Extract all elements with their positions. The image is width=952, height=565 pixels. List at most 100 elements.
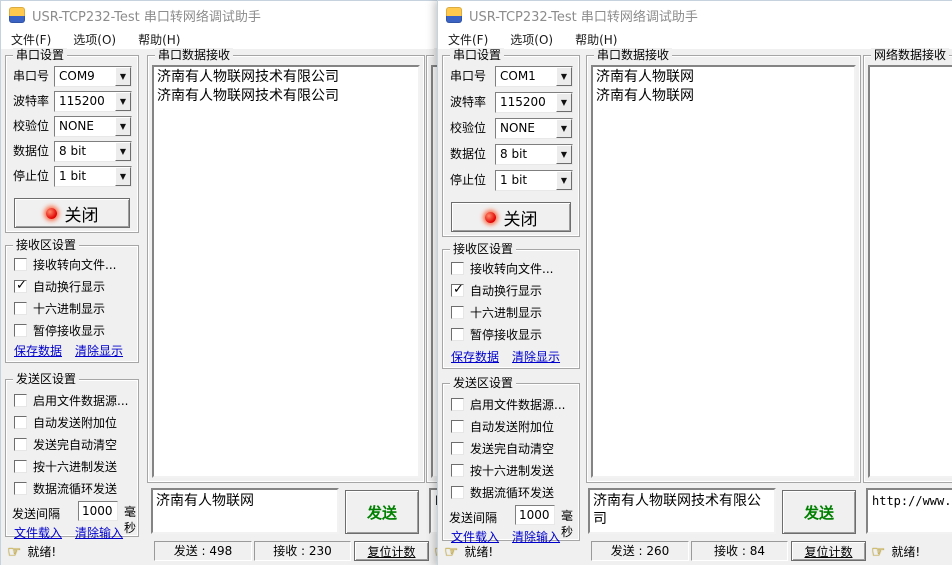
databits-row: 数据位 8 bit ▼ — [13, 141, 132, 162]
save-data-link[interactable]: 保存数据 — [14, 342, 62, 359]
app-icon — [9, 7, 25, 23]
send-input[interactable]: 济南有人物联网 — [151, 488, 339, 534]
checkbox[interactable] — [14, 280, 27, 293]
chevron-down-icon[interactable]: ▼ — [115, 142, 131, 161]
led-indicator-icon — [485, 212, 496, 223]
checkbox[interactable] — [451, 464, 464, 477]
checkbox-row[interactable]: 接收转向文件... — [14, 256, 134, 272]
close-port-button[interactable]: 关闭 — [14, 198, 130, 228]
checkbox[interactable] — [451, 284, 464, 297]
send-settings-group: 发送区设置 启用文件数据源... 自动发送附加位 发送完自动清空 按十六进制发送… — [442, 383, 580, 541]
checkbox[interactable] — [451, 328, 464, 341]
menu-help[interactable]: 帮助(H) — [571, 30, 621, 49]
checkbox-row[interactable]: 发送完自动清空 — [14, 436, 134, 452]
menu-options[interactable]: 选项(O) — [69, 30, 120, 49]
chevron-down-icon[interactable]: ▼ — [556, 171, 572, 190]
checkbox[interactable] — [14, 482, 27, 495]
baud-select[interactable]: 115200 ▼ — [495, 92, 573, 113]
baud-value: 115200 — [59, 92, 114, 111]
clear-input-link[interactable]: 清除输入 — [75, 524, 123, 541]
checkbox-row[interactable]: 数据流循环发送 — [14, 480, 134, 496]
baud-select[interactable]: 115200 ▼ — [54, 91, 132, 112]
com-port-select[interactable]: COM9 ▼ — [54, 66, 132, 87]
group-title: 串口设置 — [450, 48, 504, 62]
checkbox[interactable] — [14, 394, 27, 407]
checkbox-row[interactable]: 启用文件数据源... — [14, 392, 134, 408]
checkbox[interactable] — [14, 460, 27, 473]
menu-help[interactable]: 帮助(H) — [134, 30, 184, 49]
parity-value: NONE — [59, 117, 114, 136]
interval-input[interactable]: 1000 — [78, 501, 118, 521]
chevron-down-icon[interactable]: ▼ — [556, 93, 572, 112]
close-port-button[interactable]: 关闭 — [451, 202, 571, 232]
interval-input[interactable]: 1000 — [515, 505, 555, 525]
com-port-select[interactable]: COM1 ▼ — [495, 66, 573, 87]
receive-links: 保存数据 清除显示 — [451, 348, 560, 365]
send-input[interactable]: 济南有人物联网技术有限公司 — [588, 488, 776, 534]
titlebar[interactable]: USR-TCP232-Test 串口转网络调试助手 — [438, 1, 952, 29]
checkbox-row[interactable]: 自动换行显示 — [14, 278, 134, 294]
checkbox[interactable] — [14, 302, 27, 315]
clear-display-link[interactable]: 清除显示 — [75, 342, 123, 359]
checkbox-row[interactable]: 暂停接收显示 — [14, 322, 134, 338]
save-data-link[interactable]: 保存数据 — [451, 348, 499, 365]
checkbox[interactable] — [451, 398, 464, 411]
chevron-down-icon[interactable]: ▼ — [115, 92, 131, 111]
menu-file[interactable]: 文件(F) — [7, 30, 55, 49]
chevron-down-icon[interactable]: ▼ — [556, 119, 572, 138]
checkbox-row[interactable]: 自动发送附加位 — [451, 418, 575, 434]
checkbox-row[interactable]: 暂停接收显示 — [451, 326, 575, 342]
chevron-down-icon[interactable]: ▼ — [115, 117, 131, 136]
checkbox[interactable] — [451, 420, 464, 433]
checkbox-row[interactable]: 自动换行显示 — [451, 282, 575, 298]
parity-select[interactable]: NONE ▼ — [54, 116, 132, 137]
checkbox-row[interactable]: 发送完自动清空 — [451, 440, 575, 456]
databits-select[interactable]: 8 bit ▼ — [54, 141, 132, 162]
checkbox[interactable] — [451, 442, 464, 455]
checkbox-row[interactable]: 启用文件数据源... — [451, 396, 575, 412]
checkbox[interactable] — [451, 262, 464, 275]
network-status: ☞ 就绪! — [871, 541, 920, 562]
checkbox-row[interactable]: 按十六进制发送 — [451, 462, 575, 478]
network-receive-area[interactable] — [868, 65, 952, 478]
checkbox-row[interactable]: 数据流循环发送 — [451, 484, 575, 500]
chevron-down-icon[interactable]: ▼ — [556, 145, 572, 164]
pointing-hand-icon: ☞ — [7, 544, 21, 560]
clear-display-link[interactable]: 清除显示 — [512, 348, 560, 365]
window-title: USR-TCP232-Test 串口转网络调试助手 — [32, 6, 261, 25]
receive-settings-group: 接收区设置 接收转向文件... 自动换行显示 十六进制显示 暂停接收显示 保存数… — [442, 249, 580, 369]
group-title: 发送区设置 — [450, 376, 516, 390]
menu-options[interactable]: 选项(O) — [506, 30, 557, 49]
checkbox[interactable] — [451, 486, 464, 499]
serial-receive-area[interactable]: 济南有人物联网技术有限公司 济南有人物联网技术有限公司 — [152, 65, 420, 478]
databits-select[interactable]: 8 bit ▼ — [495, 144, 573, 165]
checkbox-row[interactable]: 按十六进制发送 — [14, 458, 134, 474]
reset-count-button[interactable]: 复位计数 — [354, 541, 429, 561]
checkbox[interactable] — [14, 258, 27, 271]
checkbox[interactable] — [14, 324, 27, 337]
chevron-down-icon[interactable]: ▼ — [556, 67, 572, 86]
checkbox[interactable] — [14, 438, 27, 451]
send-button[interactable]: 发送 — [345, 490, 419, 534]
stopbits-select[interactable]: 1 bit ▼ — [495, 170, 573, 191]
pointing-hand-icon: ☞ — [871, 544, 885, 560]
checkbox[interactable] — [14, 416, 27, 429]
checkbox-row[interactable]: 十六进制显示 — [451, 304, 575, 320]
chevron-down-icon[interactable]: ▼ — [115, 67, 131, 86]
chevron-down-icon[interactable]: ▼ — [115, 167, 131, 186]
checkbox-row[interactable]: 接收转向文件... — [451, 260, 575, 276]
checkbox-label: 十六进制显示 — [33, 300, 105, 317]
file-load-link[interactable]: 文件载入 — [14, 524, 62, 541]
menu-file[interactable]: 文件(F) — [444, 30, 492, 49]
parity-select[interactable]: NONE ▼ — [495, 118, 573, 139]
send-button[interactable]: 发送 — [782, 490, 856, 534]
url-input[interactable]: http://www.usr — [866, 488, 952, 534]
stopbits-select[interactable]: 1 bit ▼ — [54, 166, 132, 187]
checkbox[interactable] — [451, 306, 464, 319]
reset-count-button[interactable]: 复位计数 — [791, 541, 866, 561]
reset-count-label: 复位计数 — [804, 543, 852, 560]
com-port-label: 串口号 — [450, 66, 486, 87]
checkbox-row[interactable]: 自动发送附加位 — [14, 414, 134, 430]
serial-receive-area[interactable]: 济南有人物联网 济南有人物联网 — [591, 65, 856, 478]
checkbox-row[interactable]: 十六进制显示 — [14, 300, 134, 316]
